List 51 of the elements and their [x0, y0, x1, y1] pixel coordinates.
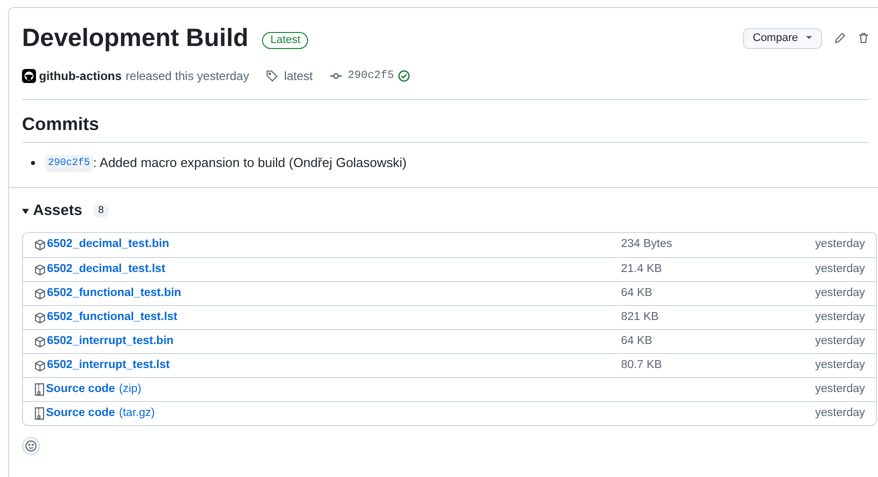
trash-icon[interactable]: [858, 32, 869, 44]
tag-link[interactable]: latest: [284, 67, 313, 85]
asset-date: yesterday: [815, 406, 865, 421]
bullet-icon: [31, 161, 35, 165]
asset-link[interactable]: 6502_functional_test.lst: [34, 308, 621, 326]
asset-size: 21.4 KB: [621, 262, 662, 277]
asset-link[interactable]: 6502_interrupt_test.bin: [34, 332, 621, 350]
asset-size: 234 Bytes: [621, 237, 672, 252]
asset-size: 64 KB: [621, 334, 652, 349]
asset-date: yesterday: [815, 334, 865, 349]
asset-link[interactable]: 6502_decimal_test.bin: [34, 236, 621, 254]
caret-icon: [806, 36, 812, 40]
release-title: Development Build: [22, 23, 248, 54]
package-icon: [34, 239, 46, 251]
asset-link[interactable]: 6502_decimal_test.lst: [34, 260, 621, 278]
file-zip-icon: [34, 383, 45, 396]
package-icon: [34, 288, 46, 300]
tag-icon: [266, 70, 278, 82]
asset-date: yesterday: [815, 286, 865, 301]
asset-date: yesterday: [815, 358, 865, 373]
package-icon: [34, 312, 46, 324]
latest-label: Latest: [262, 32, 308, 48]
asset-date: yesterday: [815, 310, 865, 325]
commit-sha-link[interactable]: 290c2f5: [45, 154, 94, 172]
asset-date: yesterday: [815, 262, 865, 277]
commit-icon: [330, 72, 342, 80]
assets-toggle[interactable]: Assets: [22, 200, 82, 222]
author-link[interactable]: github-actions: [39, 67, 122, 85]
asset-date: yesterday: [815, 237, 865, 252]
pencil-icon[interactable]: [834, 32, 846, 44]
asset-link[interactable]: Source code (zip): [34, 380, 621, 398]
asset-size: 821 KB: [621, 310, 659, 325]
package-icon: [34, 360, 46, 372]
package-icon: [34, 264, 46, 276]
commits-heading: Commits: [22, 112, 869, 143]
file-zip-icon: [34, 407, 45, 420]
commit-link[interactable]: 290c2f5: [348, 68, 394, 84]
asset-link[interactable]: Source code (tar.gz): [34, 404, 621, 422]
asset-count: 8: [93, 204, 109, 218]
asset-size: 80.7 KB: [621, 358, 662, 373]
release-time: released this yesterday: [126, 68, 250, 85]
add-reaction-button[interactable]: [22, 437, 40, 455]
asset-date: yesterday: [815, 382, 865, 397]
asset-link[interactable]: 6502_interrupt_test.lst: [34, 356, 621, 374]
smiley-icon: [25, 440, 37, 452]
commit-message: : Added macro expansion to build (Ondřej Golasowski): [93, 154, 407, 172]
asset-size: 64 KB: [621, 286, 652, 301]
avatar-icon: [22, 69, 36, 83]
package-icon: [34, 336, 46, 348]
asset-link[interactable]: 6502_functional_test.bin: [34, 284, 621, 302]
compare-button[interactable]: Compare: [742, 28, 822, 48]
